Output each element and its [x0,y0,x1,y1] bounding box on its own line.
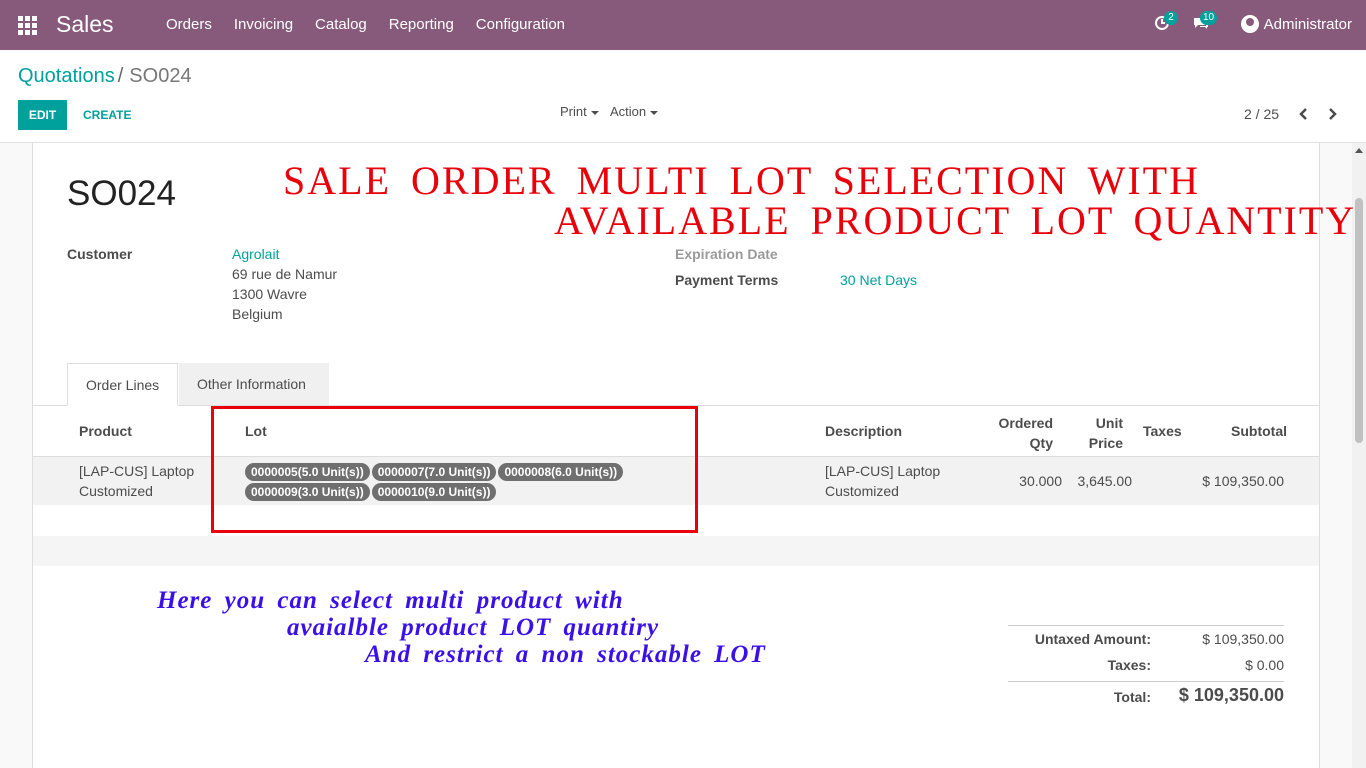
note-line-1: Here you can select multi product with [157,587,624,614]
user-name: Administrator [1263,15,1352,33]
table-footer-row [33,536,1319,566]
chevron-left-icon [1299,108,1307,120]
pager-value[interactable]: 2 / 25 [1244,106,1279,122]
action-dropdown[interactable]: Action [610,104,659,119]
pager-next-button[interactable] [1322,104,1342,124]
print-label: Print [560,104,587,119]
payment-terms-label: Payment Terms [675,272,779,288]
print-dropdown[interactable]: Print [560,104,599,119]
breadcrumb-current: SO024 [129,65,192,87]
header-unit-price-line: Price [1088,435,1123,451]
untaxed-amount-value: $ 109,350.00 [1202,631,1284,647]
activity-icon[interactable]: 2 [1154,11,1178,33]
control-panel: Quotations / SO024 EDIT CREATE Print Actio… [0,50,1366,143]
breadcrumb-quotations[interactable]: Quotations [18,65,115,87]
pager-previous-button[interactable] [1294,104,1314,124]
menu-invoicing[interactable]: Invoicing [223,0,304,50]
header-product[interactable]: Product [79,423,132,439]
apps-menu-icon[interactable] [18,16,37,35]
header-description[interactable]: Description [825,423,902,439]
menu-configuration[interactable]: Configuration [465,0,576,50]
header-ordered-qty-line: Qty [1029,435,1053,451]
edit-button[interactable]: EDIT [18,100,67,130]
cell-product-line: [LAP-CUS] Laptop [79,463,195,479]
header-ordered-qty[interactable]: Ordered Qty [990,413,1053,453]
messages-badge: 10 [1200,11,1218,25]
menu-catalog[interactable]: Catalog [304,0,378,50]
taxes-value: $ 0.00 [1245,657,1284,673]
total-value: $ 109,350.00 [1178,685,1284,705]
customer-address: 69 rue de Namur 1300 Wavre Belgium [232,264,337,324]
totals-divider [1008,681,1284,682]
totals-divider [1008,625,1284,626]
header-ordered-qty-line: Ordered [998,415,1053,431]
scrollbar-thumb[interactable] [1355,198,1363,443]
app-title[interactable]: Sales [56,11,114,38]
user-menu[interactable]: Administrator [1240,15,1352,33]
taxes-label: Taxes: [1107,657,1151,673]
total-label: Total: [1113,689,1151,705]
breadcrumb: Quotations / SO024 [18,65,192,88]
create-button[interactable]: CREATE [76,100,138,130]
untaxed-amount-label: Untaxed Amount: [1034,631,1151,647]
note-line-3: And restrict a non stockable LOT [365,641,766,668]
header-unit-price[interactable]: Unit Price [1080,413,1123,453]
main-menu: Orders Invoicing Catalog Reporting Confi… [155,0,576,50]
header-taxes[interactable]: Taxes [1143,423,1182,439]
cell-description: [LAP-CUS] Laptop Customized [825,461,940,501]
activity-badge: 2 [1164,11,1178,25]
cell-description-line: [LAP-CUS] Laptop [825,463,941,479]
menu-reporting[interactable]: Reporting [378,0,465,50]
chevron-right-icon [1329,108,1337,120]
note-line-2: avaialble product LOT quantiry [287,614,660,641]
address-line: 1300 Wavre [232,286,307,302]
lot-highlight-box [211,406,698,533]
cell-ordered-qty: 30.000 [1019,473,1062,489]
cell-product: [LAP-CUS] Laptop Customized [79,461,194,501]
customer-label: Customer [67,246,133,262]
address-line: Belgium [232,306,283,322]
scroll-up-arrow-icon[interactable] [1355,148,1363,153]
messages-icon[interactable]: 10 [1192,11,1218,33]
banner-line-2: AVAILABLE PRODUCT LOT QUANTITY [554,198,1357,243]
header-subtotal[interactable]: Subtotal [1200,423,1287,439]
payment-terms-link[interactable]: 30 Net Days [840,272,917,288]
top-navbar: Sales Orders Invoicing Catalog Reporting… [0,0,1366,50]
caret-down-icon [650,110,659,115]
tab-order-lines[interactable]: Order Lines [67,363,179,406]
caret-down-icon [590,110,599,115]
menu-orders[interactable]: Orders [155,0,223,50]
expiration-date-label: Expiration Date [675,246,778,262]
address-line: 69 rue de Namur [232,266,338,282]
action-label: Action [610,104,647,119]
order-name: SO024 [67,174,176,213]
cell-unit-price: 3,645.00 [1077,473,1133,489]
cell-subtotal: $ 109,350.00 [1202,473,1284,489]
header-unit-price-line: Unit [1095,415,1123,431]
cell-description-line: Customized [825,483,899,499]
breadcrumb-separator: / [117,65,124,87]
customer-link[interactable]: Agrolait [232,246,279,262]
cell-product-line: Customized [79,483,153,499]
tab-other-information[interactable]: Other Information [179,363,329,405]
avatar [1240,15,1259,33]
